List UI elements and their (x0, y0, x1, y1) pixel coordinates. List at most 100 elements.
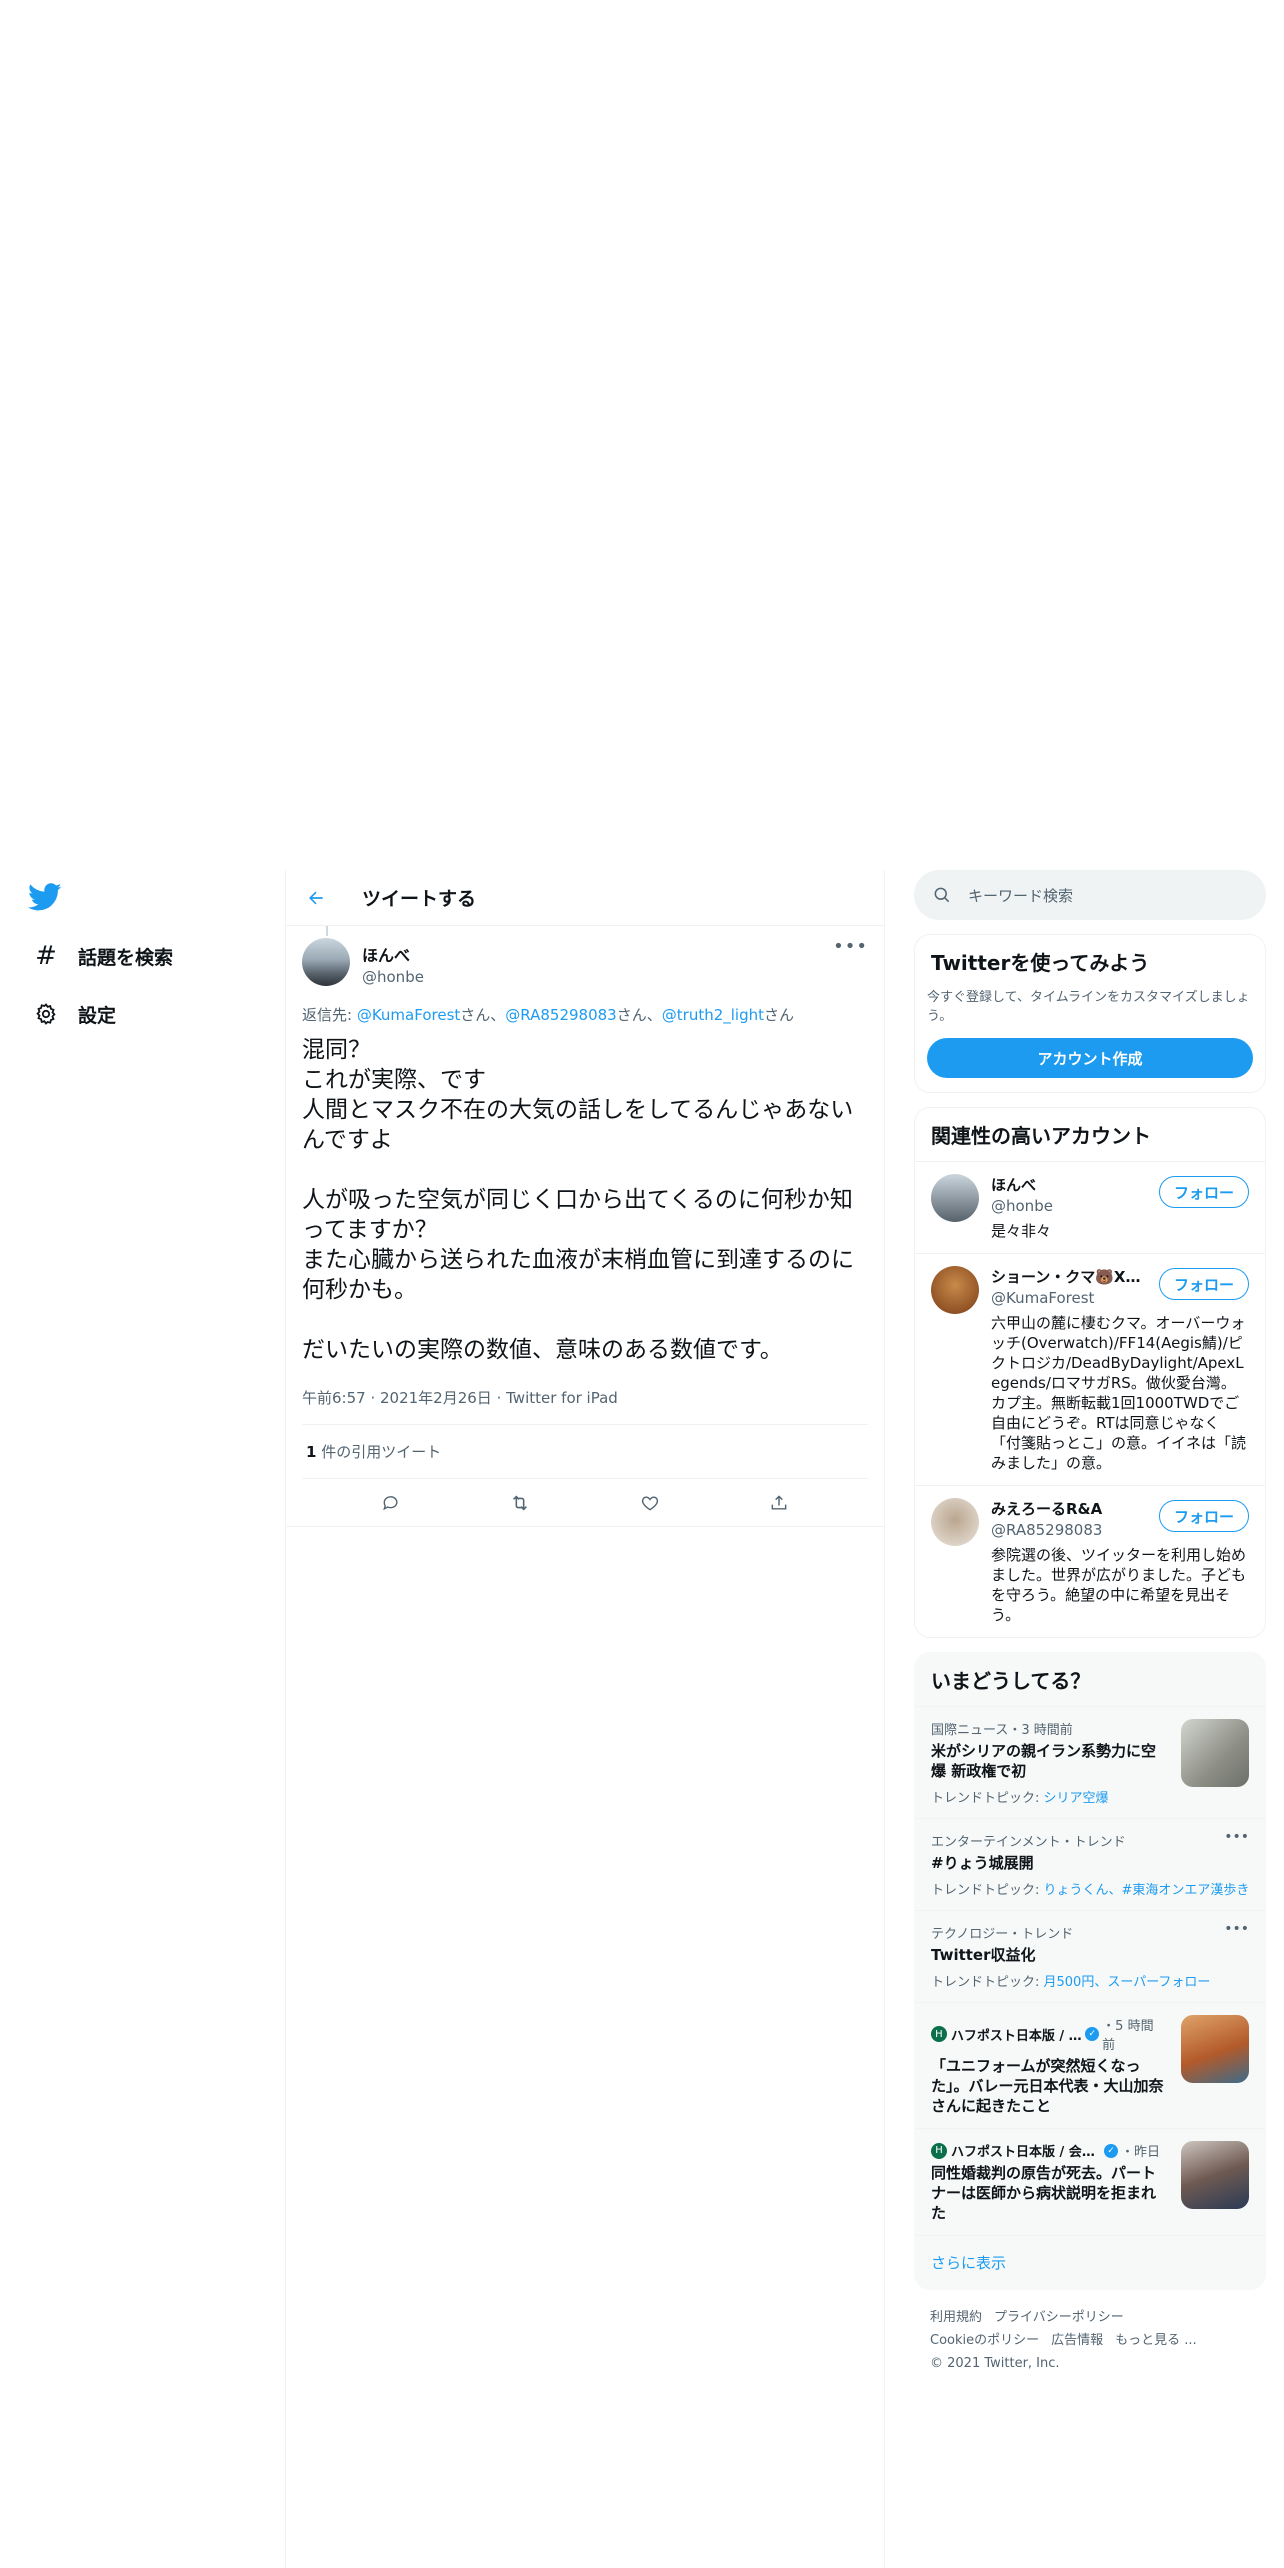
footer-link[interactable]: 利用規約 (930, 2310, 982, 2325)
footer-link[interactable]: 広告情報 (1051, 2333, 1103, 2348)
follow-button[interactable]: フォロー (1159, 1500, 1249, 1532)
separator: 、 (646, 1006, 662, 1024)
signup-desc: 今すぐ登録して、タイムラインをカスタマイズしましょう。 (927, 990, 1250, 1024)
trend-item[interactable]: エンターテインメント・トレンド #りょう城展開 トレンドトピック: りょうくん、… (915, 1818, 1265, 1910)
trend-title: 同性婚裁判の原告が死去。パートナーは医師から病状説明を拒まれた (931, 2164, 1157, 2222)
trend-topics: トレンドトピック: りょうくん、#東海オンエア漢歩き (931, 1879, 1249, 1898)
tweet-actions (286, 1479, 884, 1527)
avatar (931, 1174, 979, 1222)
trend-thumbnail (1181, 2015, 1249, 2083)
search-placeholder: キーワード検索 (968, 886, 1074, 905)
mention-link[interactable]: @truth2_light (662, 1006, 764, 1024)
account-name: みえろーるR&A (991, 1500, 1103, 1518)
tweet-date[interactable]: 2021年2月26日 (380, 1389, 492, 1407)
signup-title: Twitterを使ってみよう (931, 951, 1150, 975)
share-icon[interactable] (762, 1486, 796, 1520)
author-handle[interactable]: @honbe (362, 968, 424, 986)
thread-line (326, 926, 328, 936)
topic-link[interactable]: りょうくん、#東海オンエア漢歩き (1044, 1883, 1249, 1898)
nav-settings[interactable]: 設定 (32, 994, 116, 1034)
tweet-meta: 午前6:57 · 2021年2月26日 · Twitter for iPad (302, 1387, 868, 1425)
retweet-icon[interactable] (503, 1486, 537, 1520)
author-name[interactable]: ほんべ (362, 942, 424, 966)
twitter-logo-icon[interactable] (28, 880, 64, 916)
page: # 話題を検索 設定 ツイートする ほんべ @honbe ••• 返信先: @K… (0, 0, 1284, 2568)
footer-link[interactable]: もっと見る ... (1115, 2333, 1197, 2348)
signup-card: Twitterを使ってみよう 今すぐ登録して、タイムラインをカスタマイズしましょ… (914, 934, 1266, 1093)
publisher-name: ハフポスト日本版 / 会話... (951, 2145, 1101, 2160)
page-title: ツイートする (362, 888, 477, 910)
reply-icon[interactable] (374, 1486, 408, 1520)
more-options-icon[interactable]: ••• (1224, 1829, 1249, 1845)
related-title: 関連性の高いアカウント (931, 1124, 1151, 1148)
account-bio: 是々非々 (991, 1222, 1052, 1240)
trend-time: ・5 時間前 (1102, 2019, 1154, 2053)
trend-title: Twitter収益化 (931, 1946, 1036, 1964)
quote-tweets-link[interactable]: 1 件の引用ツイート (302, 1425, 868, 1479)
trend-item[interactable]: H ハフポスト日本版 / ... ✓ ・5 時間前 「ユニフォームが突然短くなっ… (915, 2002, 1265, 2128)
trends-title: いまどうしてる？ (931, 1669, 1091, 1693)
tweet-text: 混同？ これが実際、です 人間とマスク不在の大気の話しをしてるんじゃあないんです… (302, 1037, 854, 1363)
sidebar-right: キーワード検索 Twitterを使ってみよう 今すぐ登録して、タイムラインをカス… (914, 870, 1266, 2391)
account-item[interactable]: ほんべ @honbe 是々非々 フォロー (915, 1161, 1265, 1253)
tweet-client[interactable]: Twitter for iPad (506, 1389, 618, 1407)
publisher-logo-icon: H (931, 2026, 947, 2042)
mention-link[interactable]: @KumaForest (357, 1006, 460, 1024)
avatar[interactable] (302, 938, 350, 986)
copyright: © 2021 Twitter, Inc. (930, 2356, 1060, 2371)
trend-time: ・昨日 (1121, 2145, 1161, 2160)
trend-topics: トレンドトピック: シリア空爆 (931, 1787, 1249, 1806)
trend-topics: トレンドトピック: 月500円、スーパーフォロー (931, 1971, 1249, 1990)
back-arrow-icon[interactable] (296, 878, 336, 918)
publisher-name: ハフポスト日本版 / ... (950, 2028, 1083, 2044)
trend-thumbnail (1181, 2141, 1249, 2209)
trend-title: #りょう城展開 (931, 1854, 1034, 1872)
account-item[interactable]: ショーン・クマ🐻Xi... @KumaForest 六甲山の麓に棲むクマ。オーバ… (915, 1253, 1265, 1485)
quote-count: 1 (306, 1443, 317, 1461)
mention-link[interactable]: @RA85298083 (505, 1006, 616, 1024)
gear-icon (32, 1000, 60, 1028)
topic-label: トレンドトピック: (931, 1975, 1044, 1990)
trend-title: 米がシリアの親イラン系勢力に空爆 新政権で初 (931, 1742, 1157, 1780)
like-icon[interactable] (633, 1486, 667, 1520)
main-column: ツイートする ほんべ @honbe ••• 返信先: @KumaForestさん… (285, 870, 885, 2568)
related-accounts-card: 関連性の高いアカウント ほんべ @honbe 是々非々 フォロー ショーン・クマ… (914, 1107, 1266, 1638)
tweet-author: ほんべ @honbe (302, 938, 868, 986)
mention-suffix: さん (764, 1006, 795, 1024)
account-item[interactable]: みえろーるR&A @RA85298083 参院選の後、ツイッターを利用し始めまし… (915, 1485, 1265, 1637)
verified-icon: ✓ (1085, 2027, 1100, 2041)
avatar (931, 1266, 979, 1314)
topic-link[interactable]: 月500円、スーパーフォロー (1044, 1975, 1211, 1990)
create-account-button[interactable]: アカウント作成 (927, 1038, 1253, 1078)
account-name: ほんべ (991, 1176, 1037, 1194)
topic-link[interactable]: シリア空爆 (1044, 1791, 1109, 1806)
more-options-icon[interactable]: ••• (833, 936, 868, 957)
trend-thumbnail (1181, 1719, 1249, 1787)
footer: 利用規約 プライバシーポリシー Cookieのポリシー 広告情報 もっと見る ... … (914, 2290, 1266, 2391)
mention-suffix: さん (460, 1006, 491, 1024)
search-icon (932, 885, 952, 905)
more-options-icon[interactable]: ••• (1224, 1921, 1249, 1937)
publisher-logo-icon: H (931, 2142, 947, 2159)
trend-item[interactable]: H ハフポスト日本版 / 会話... ✓ ・昨日 同性婚裁判の原告が死去。パート… (915, 2128, 1265, 2235)
search-input[interactable]: キーワード検索 (914, 870, 1266, 920)
trend-context: エンターテインメント・トレンド (931, 1835, 1126, 1850)
account-name: ショーン・クマ🐻Xi... (991, 1268, 1141, 1286)
tweet-detail: ほんべ @honbe ••• 返信先: @KumaForestさん、@RA852… (286, 926, 884, 1527)
follow-button[interactable]: フォロー (1159, 1176, 1249, 1208)
nav-settings-label: 設定 (78, 1004, 117, 1027)
trend-item[interactable]: 国際ニュース・3 時間前 米がシリアの親イラン系勢力に空爆 新政権で初 トレンド… (915, 1706, 1265, 1818)
show-more-link[interactable]: さらに表示 (915, 2235, 1265, 2289)
trends-card: いまどうしてる？ 国際ニュース・3 時間前 米がシリアの親イラン系勢力に空爆 新… (914, 1652, 1266, 2290)
account-bio: 参院選の後、ツイッターを利用し始めました。世界が広がりました。子どもを守ろう。絶… (991, 1546, 1247, 1624)
trend-context: 国際ニュース・3 時間前 (931, 1723, 1073, 1738)
follow-button[interactable]: フォロー (1159, 1268, 1249, 1300)
avatar (931, 1498, 979, 1546)
trend-source: H ハフポスト日本版 / 会話... ✓ ・昨日 (931, 2141, 1166, 2160)
nav-explore[interactable]: # 話題を検索 (32, 936, 173, 976)
footer-link[interactable]: プライバシーポリシー (994, 2310, 1124, 2325)
tweet-time[interactable]: 午前6:57 (302, 1389, 366, 1407)
footer-link[interactable]: Cookieのポリシー (930, 2333, 1039, 2348)
trend-item[interactable]: テクノロジー・トレンド Twitter収益化 トレンドトピック: 月500円、ス… (915, 1910, 1265, 2002)
reply-prefix: 返信先: (302, 1006, 357, 1024)
